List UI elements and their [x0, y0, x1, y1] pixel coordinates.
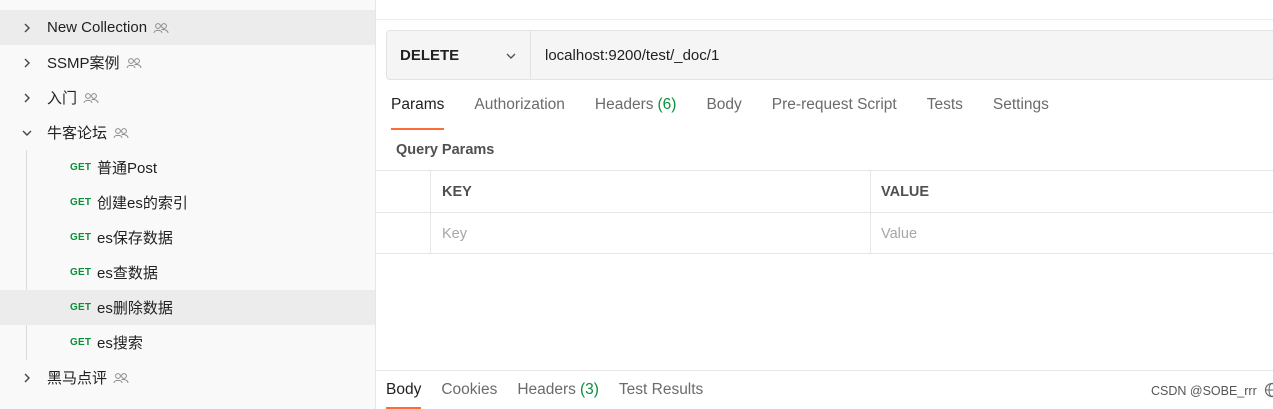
checkbox-column-header — [376, 171, 431, 212]
shared-users-icon — [153, 22, 169, 34]
response-headers-count: (3) — [579, 381, 599, 398]
row-checkbox-cell — [376, 213, 431, 254]
request-item[interactable]: GET es保存数据 — [0, 220, 375, 255]
request-label: 创建es的索引 — [97, 195, 188, 212]
shared-users-icon — [113, 127, 129, 139]
response-divider[interactable] — [376, 370, 1273, 371]
headers-count: (6) — [657, 96, 677, 113]
shared-users-icon — [113, 372, 129, 384]
table-header-row: KEY VALUE — [376, 170, 1273, 212]
request-item-selected[interactable]: GET es删除数据 — [0, 290, 375, 325]
method-badge: GET — [70, 302, 92, 313]
method-badge: GET — [70, 162, 92, 173]
response-tab-headers[interactable]: Headers (3) — [517, 381, 599, 409]
response-tab-body[interactable]: Body — [386, 381, 422, 409]
table-row — [376, 212, 1273, 254]
tab-tests[interactable]: Tests — [927, 96, 963, 130]
collection-rumen[interactable]: 入门 — [0, 80, 375, 115]
request-label: 普通Post — [97, 160, 158, 177]
url-input[interactable] — [531, 31, 1273, 79]
collection-new-collection[interactable]: New Collection — [0, 10, 375, 45]
query-params-table: KEY VALUE — [376, 170, 1273, 254]
key-cell — [431, 213, 871, 254]
tab-authorization[interactable]: Authorization — [474, 96, 564, 130]
response-tab-test-results[interactable]: Test Results — [619, 381, 703, 409]
tab-body[interactable]: Body — [706, 96, 741, 130]
request-label: es查数据 — [97, 265, 158, 282]
tab-pre-request-script[interactable]: Pre-request Script — [772, 96, 897, 130]
chevron-down-icon[interactable] — [20, 126, 34, 140]
collection-label: 入门 — [47, 90, 78, 107]
key-input[interactable] — [442, 225, 870, 242]
divider — [376, 19, 1273, 20]
request-label: es删除数据 — [97, 300, 173, 317]
collections-sidebar: New Collection SSMP案例 入门 牛客论坛 GET 普通Post… — [0, 0, 376, 409]
url-bar: DELETE — [386, 30, 1273, 80]
postman-window: New Collection SSMP案例 入门 牛客论坛 GET 普通Post… — [0, 0, 1273, 409]
globe-icon[interactable] — [1264, 382, 1273, 398]
request-label: es搜索 — [97, 335, 143, 352]
chevron-down-icon — [505, 49, 517, 66]
collection-heima[interactable]: 黑马点评 — [0, 360, 375, 395]
collection-label: 牛客论坛 — [47, 125, 108, 142]
request-editor: DELETE Params Authorization Headers(6) B… — [376, 0, 1273, 409]
method-badge: GET — [70, 197, 92, 208]
http-method-value: DELETE — [400, 46, 460, 64]
collection-label: SSMP案例 — [47, 55, 120, 72]
value-input[interactable] — [881, 225, 1273, 242]
tab-headers[interactable]: Headers (6) — [595, 96, 677, 130]
response-tabs: Body Cookies Headers (3) Test Results — [386, 381, 723, 409]
response-tab-cookies[interactable]: Cookies — [441, 381, 497, 409]
http-method-select[interactable]: DELETE — [387, 31, 531, 79]
chevron-right-icon[interactable] — [20, 56, 34, 70]
collection-ssmp[interactable]: SSMP案例 — [0, 45, 375, 80]
chevron-right-icon[interactable] — [20, 21, 34, 35]
collection-label: New Collection — [47, 19, 148, 36]
tab-settings[interactable]: Settings — [993, 96, 1049, 130]
shared-users-icon — [83, 92, 99, 104]
tab-params[interactable]: Params — [391, 96, 445, 130]
method-badge: GET — [70, 267, 92, 278]
method-badge: GET — [70, 337, 92, 348]
query-params-title: Query Params — [396, 142, 495, 158]
collection-label: 黑马点评 — [47, 370, 108, 387]
request-label: es保存数据 — [97, 230, 173, 247]
request-item[interactable]: GET es查数据 — [0, 255, 375, 290]
chevron-right-icon[interactable] — [20, 91, 34, 105]
key-column-header: KEY — [431, 171, 871, 212]
request-item[interactable]: GET 创建es的索引 — [0, 185, 375, 220]
method-badge: GET — [70, 232, 92, 243]
shared-users-icon — [126, 57, 142, 69]
request-item[interactable]: GET 普通Post — [0, 150, 375, 185]
request-item[interactable]: GET es搜索 — [0, 325, 375, 360]
request-tabs: Params Authorization Headers (6) Body Pre… — [391, 96, 1079, 130]
watermark: CSDN @SOBE_rrr — [1151, 384, 1257, 398]
chevron-right-icon[interactable] — [20, 371, 34, 385]
collection-niuke[interactable]: 牛客论坛 — [0, 115, 375, 150]
value-column-header: VALUE — [881, 183, 930, 200]
value-cell — [871, 213, 1273, 254]
